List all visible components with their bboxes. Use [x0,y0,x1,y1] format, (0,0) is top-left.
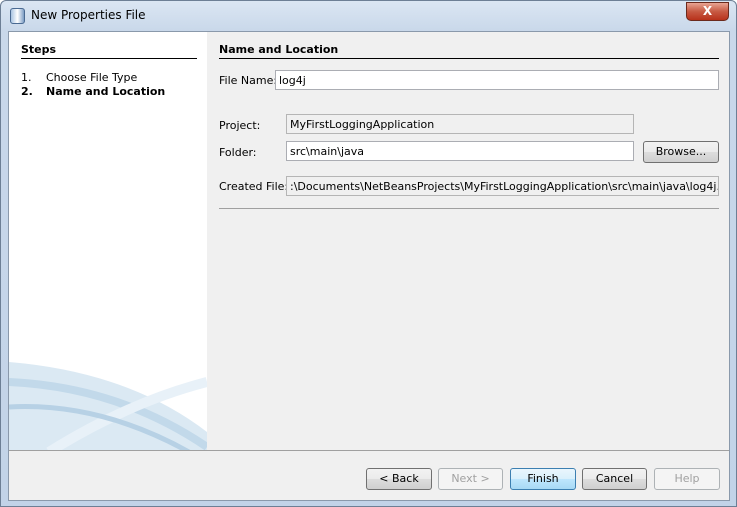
step-name-and-location: 2. Name and Location [21,85,165,98]
button-bar: < Back Next > Finish Cancel Help [9,450,729,500]
dialog-window: New Properties File X Steps 1. Choose Fil… [0,0,737,507]
help-button[interactable]: Help [654,468,720,490]
back-button[interactable]: < Back [366,468,432,490]
created-file-field: :\Documents\NetBeansProjects\MyFirstLogg… [286,176,719,196]
close-button[interactable]: X [686,2,729,21]
browse-button[interactable]: Browse... [643,141,719,163]
panel-heading: Name and Location [219,43,719,59]
step-label: Choose File Type [46,71,138,84]
created-file-label: Created File: [219,180,289,193]
step-number: 2. [21,85,33,98]
finish-button[interactable]: Finish [510,468,576,490]
steps-heading: Steps [21,43,197,59]
project-field: MyFirstLoggingApplication [286,114,634,134]
step-number: 1. [21,71,32,84]
file-name-input[interactable]: log4j [275,70,719,90]
next-button[interactable]: Next > [438,468,503,490]
step-label: Name and Location [46,85,166,98]
cancel-button[interactable]: Cancel [582,468,647,490]
folder-label: Folder: [219,146,257,159]
separator [219,208,719,209]
steps-panel: Steps 1. Choose File Type 2. Name and Loca… [9,32,207,450]
project-label: Project: [219,119,261,132]
file-name-label: File Name: [219,74,278,87]
folder-input[interactable]: src\main\java [286,141,634,161]
step-choose-file-type: 1. Choose File Type [21,71,137,84]
name-and-location-panel: Name and Location File Name: log4j Proje… [207,32,729,450]
decorative-swoosh-graphic [9,362,207,450]
window-title: New Properties File [31,8,146,22]
dialog-content: Steps 1. Choose File Type 2. Name and Loca… [8,31,730,501]
netbeans-app-icon [10,8,25,24]
